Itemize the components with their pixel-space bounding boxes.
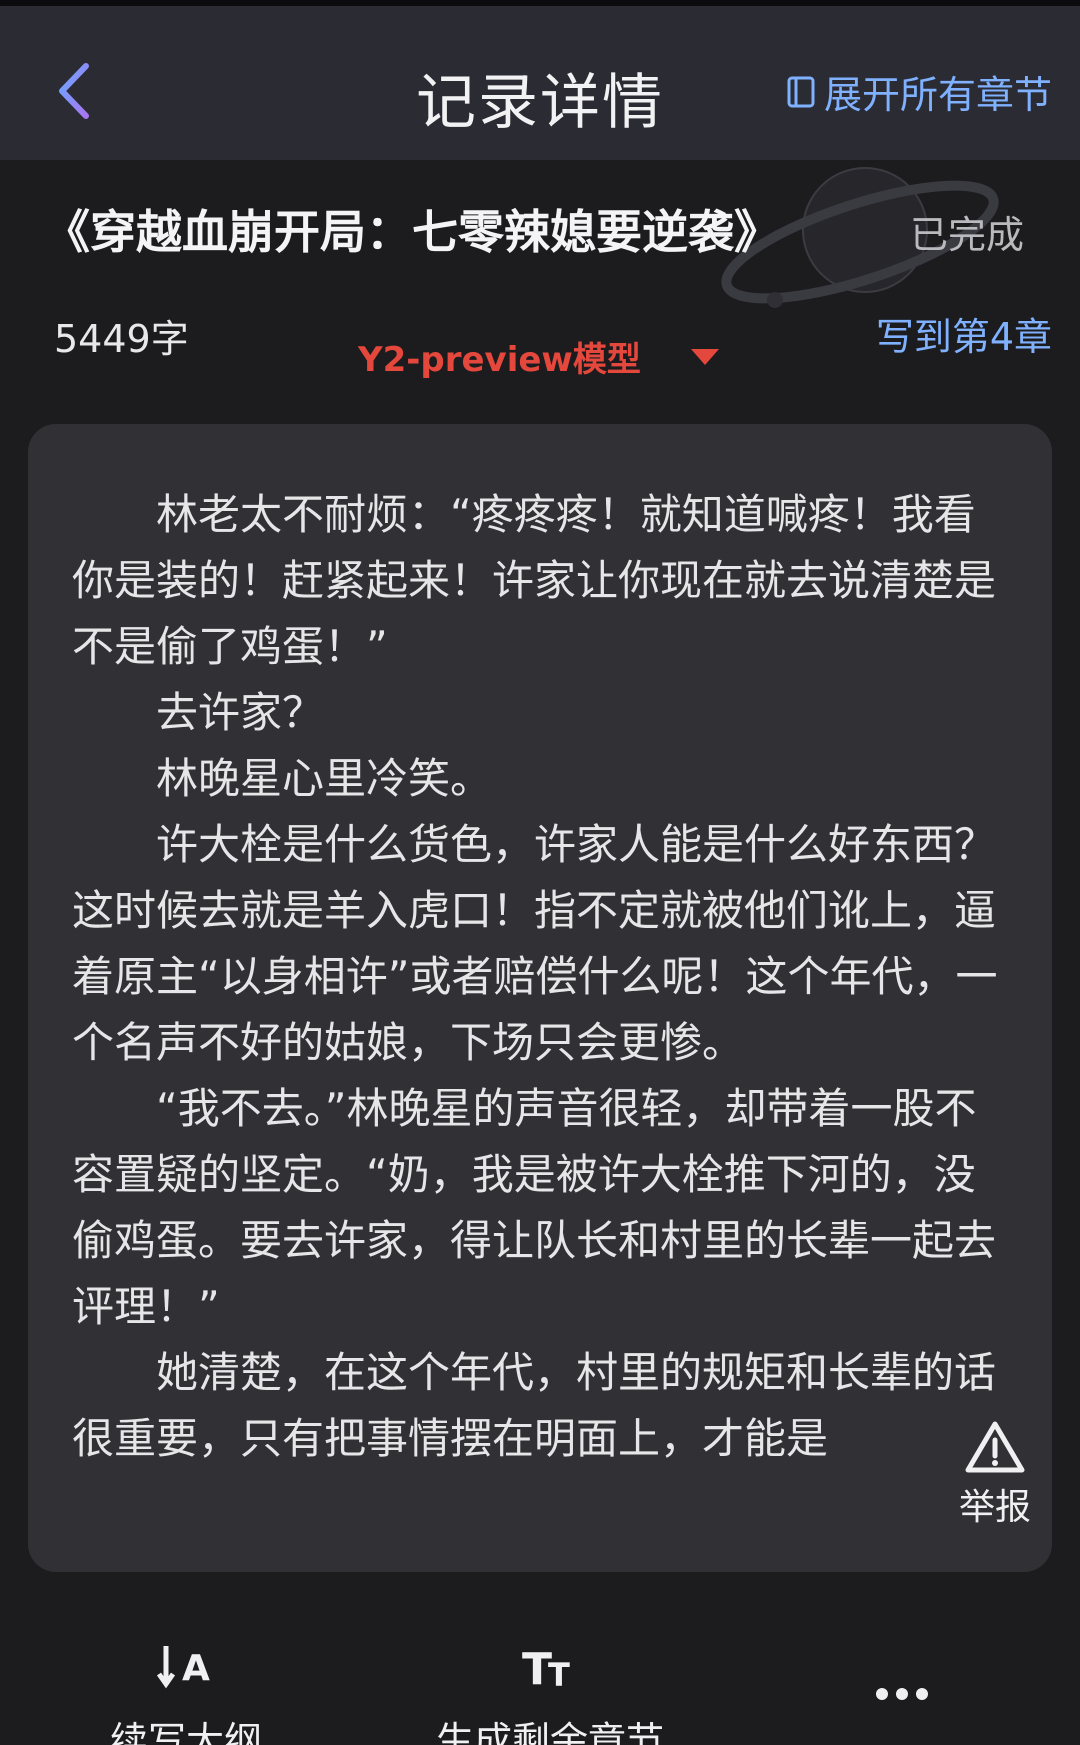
caret-down-icon: [690, 348, 719, 365]
paragraph: 许大栓是什么货色，许家人能是什么好东西？这时候去就是羊入虎口！指不定就被他们讹上…: [72, 820, 998, 1067]
model-selector[interactable]: Y2-preview模型: [358, 332, 719, 381]
word-count: 5449字: [54, 317, 189, 361]
more-options-icon[interactable]: [876, 1688, 928, 1700]
report-button[interactable]: 举报: [950, 1420, 1040, 1530]
paragraph: 林老太不耐烦：“疼疼疼！就知道喊疼！我看你是装的！赶紧起来！许家让你现在就去说清…: [72, 490, 997, 671]
report-label: 举报: [958, 1487, 1031, 1528]
svg-text:T: T: [548, 1656, 570, 1692]
top-bar: 记录详情 展开所有章节: [0, 0, 1080, 160]
book-icon: [787, 76, 815, 107]
status-badge: 已完成: [909, 213, 1024, 257]
svg-text:A: A: [182, 1648, 210, 1689]
story-content[interactable]: 林老太不耐烦：“疼疼疼！就知道喊疼！我看你是装的！赶紧起来！许家让你现在就去说清…: [72, 482, 1012, 1522]
continue-outline-button[interactable]: A 续写大纲: [110, 1640, 262, 1745]
continue-writing-icon: A: [156, 1646, 210, 1689]
warning-icon: [965, 1421, 1025, 1473]
text-size-icon: T T: [522, 1644, 570, 1695]
paragraph: “我不去。”林晚星的声音很轻，却带着一股不容置疑的坚定。“奶，我是被许大栓推下河…: [72, 1084, 997, 1331]
paragraph: 去许家？: [156, 688, 325, 737]
bottom-toolbar: A 续写大纲 T T 生成剩余章节: [0, 1600, 1080, 1745]
expand-all-label: 展开所有章节: [823, 73, 1052, 117]
content-card: 林老太不耐烦：“疼疼疼！就知道喊疼！我看你是装的！赶紧起来！许家让你现在就去说清…: [28, 424, 1052, 1572]
model-label: Y2-preview模型: [358, 340, 641, 380]
paragraph: 她清楚，在这个年代，村里的规矩和长辈的话很重要，只有把事情摆在明面上，才能是: [72, 1348, 997, 1463]
continue-outline-label: 续写大纲: [110, 1719, 263, 1745]
book-title: 《穿越血崩开局：七零辣媳要逆袭》: [44, 205, 780, 259]
paragraph: 林晚星心里冷笑。: [156, 754, 493, 803]
generate-chapters-button[interactable]: T T 生成剩余章节: [436, 1640, 664, 1745]
expand-all-chapters-button[interactable]: 展开所有章节: [786, 64, 1052, 119]
generate-chapters-label: 生成剩余章节: [436, 1719, 665, 1745]
chapter-progress-link[interactable]: 写到第4章: [876, 306, 1052, 361]
